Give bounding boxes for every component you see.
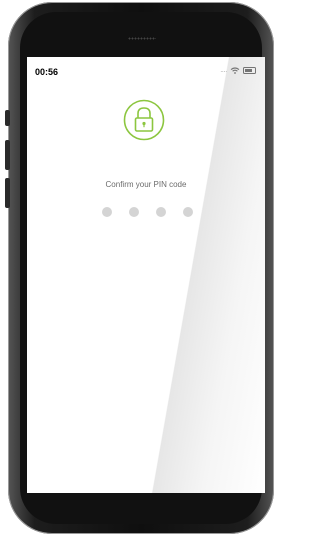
pin-prompt: Confirm your PIN code bbox=[105, 180, 187, 189]
pin-dot bbox=[102, 207, 112, 217]
status-bar: 00:56 .... bbox=[27, 57, 265, 81]
pin-dot bbox=[156, 207, 166, 217]
mute-switch bbox=[5, 110, 10, 126]
wifi-icon bbox=[230, 67, 240, 74]
lock-icon bbox=[123, 99, 165, 141]
pin-dot bbox=[129, 207, 139, 217]
speaker-grille bbox=[128, 37, 156, 40]
signal-indicator: .... bbox=[220, 67, 227, 74]
volume-up-button bbox=[5, 140, 10, 170]
status-time: 00:56 bbox=[35, 67, 59, 77]
pin-indicator bbox=[102, 207, 202, 219]
battery-icon bbox=[243, 67, 256, 74]
status-icons: .... bbox=[220, 67, 256, 74]
volume-down-button bbox=[5, 178, 10, 208]
pin-dot bbox=[183, 207, 193, 217]
phone-screen: 00:56 .... Confirm your PIN code bbox=[27, 57, 265, 493]
